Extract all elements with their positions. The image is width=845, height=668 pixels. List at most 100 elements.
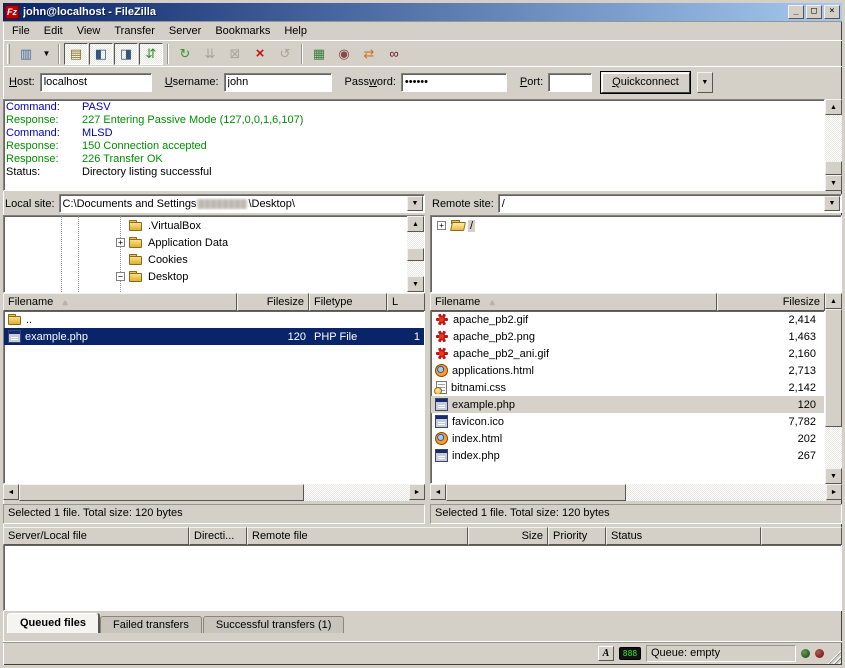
- site-manager-button[interactable]: ▥: [14, 43, 38, 65]
- file-row[interactable]: applications.html2,713: [431, 362, 824, 379]
- close-button[interactable]: ×: [824, 5, 840, 19]
- menu-item-server[interactable]: Server: [162, 22, 208, 40]
- file-row[interactable]: favicon.ico7,782: [431, 413, 824, 430]
- port-input[interactable]: [548, 73, 592, 92]
- transfer-type-indicator-icon[interactable]: A: [598, 646, 614, 661]
- quickconnect-button[interactable]: Quickconnect: [601, 72, 690, 93]
- minimize-button[interactable]: _: [788, 5, 804, 19]
- expand-icon[interactable]: −: [116, 272, 125, 281]
- queue-column-server-local-file[interactable]: Server/Local file: [3, 527, 189, 545]
- scroll-left-icon[interactable]: ◄: [3, 484, 19, 500]
- log-scrollbar[interactable]: ▲ ▼: [825, 99, 842, 191]
- site-manager-dropdown[interactable]: ▼: [39, 43, 54, 65]
- scroll-down-icon[interactable]: ▼: [825, 468, 842, 484]
- local-hscrollbar[interactable]: ◄ ►: [3, 484, 425, 501]
- menu-item-edit[interactable]: Edit: [37, 22, 70, 40]
- reconnect-button[interactable]: ↺: [273, 43, 297, 65]
- column-header-filename[interactable]: Filename▲: [430, 293, 717, 311]
- queue-header[interactable]: Server/Local fileDirecti...Remote fileSi…: [3, 527, 842, 545]
- column-header-filesize[interactable]: Filesize: [717, 293, 825, 311]
- tree-item-label[interactable]: /: [468, 220, 475, 232]
- host-input[interactable]: [40, 73, 152, 92]
- scroll-thumb[interactable]: [446, 484, 626, 501]
- queue-column-size[interactable]: Size: [468, 527, 548, 545]
- scroll-thumb[interactable]: [407, 248, 424, 261]
- file-row[interactable]: ..: [4, 311, 424, 328]
- tree-item[interactable]: Cookies: [4, 251, 407, 268]
- local-site-combo[interactable]: C:\Documents and Settings\Desktop\ ▼: [59, 194, 425, 213]
- tree-item[interactable]: − Desktop: [4, 268, 407, 285]
- expand-icon[interactable]: +: [116, 238, 125, 247]
- menu-item-help[interactable]: Help: [277, 22, 314, 40]
- tab-failed-transfers[interactable]: Failed transfers: [100, 616, 202, 633]
- tree-item-root[interactable]: + /: [431, 217, 841, 234]
- file-row[interactable]: index.php267: [431, 447, 824, 464]
- queue-column-remote-file[interactable]: Remote file: [247, 527, 468, 545]
- file-row[interactable]: example.php120: [431, 396, 824, 413]
- maximize-button[interactable]: □: [806, 5, 822, 19]
- resize-grip[interactable]: [827, 650, 841, 664]
- scroll-thumb[interactable]: [825, 161, 842, 175]
- tab-queued-files[interactable]: Queued files: [7, 613, 99, 633]
- scroll-thumb[interactable]: [825, 309, 842, 427]
- scroll-right-icon[interactable]: ►: [409, 484, 425, 500]
- chevron-down-icon[interactable]: ▼: [824, 196, 840, 211]
- toggle-remote-tree-button[interactable]: ◨: [114, 43, 138, 65]
- file-row[interactable]: bitnami.css2,142: [431, 379, 824, 396]
- filter-button[interactable]: ▦: [307, 43, 331, 65]
- process-queue-button[interactable]: ⇊: [198, 43, 222, 65]
- directory-comparison-button[interactable]: ◉: [332, 43, 356, 65]
- queue-column-priority[interactable]: Priority: [548, 527, 606, 545]
- remote-hscrollbar[interactable]: ◄ ►: [430, 484, 842, 501]
- find-files-button[interactable]: ∞: [382, 43, 406, 65]
- expand-icon[interactable]: +: [437, 221, 446, 230]
- file-row[interactable]: apache_pb2.png1,463: [431, 328, 824, 345]
- column-header-filetype[interactable]: Filetype: [309, 293, 387, 311]
- refresh-button[interactable]: ↻: [173, 43, 197, 65]
- scroll-left-icon[interactable]: ◄: [430, 484, 446, 500]
- scroll-up-icon[interactable]: ▲: [825, 293, 842, 309]
- tab-successful-transfers-1-[interactable]: Successful transfers (1): [203, 616, 345, 633]
- tree-item[interactable]: .VirtualBox: [4, 217, 407, 234]
- queue-column-directi-[interactable]: Directi...: [189, 527, 247, 545]
- menu-item-transfer[interactable]: Transfer: [107, 22, 162, 40]
- file-row[interactable]: example.php120PHP File1: [4, 328, 424, 345]
- password-input[interactable]: [401, 73, 507, 92]
- menu-item-file[interactable]: File: [5, 22, 37, 40]
- scroll-up-icon[interactable]: ▲: [825, 99, 842, 115]
- tree-item[interactable]: + Application Data: [4, 234, 407, 251]
- speedlimits-indicator-icon[interactable]: 888: [619, 647, 641, 660]
- local-list-header[interactable]: Filename▲FilesizeFiletypeL: [3, 293, 425, 311]
- remote-list-scrollbar[interactable]: ▲ ▼: [825, 293, 842, 484]
- file-row[interactable]: apache_pb2.gif2,414: [431, 311, 824, 328]
- remote-list-header[interactable]: Filename▲Filesize: [430, 293, 825, 311]
- queue-column-status[interactable]: Status: [606, 527, 761, 545]
- cancel-operation-button[interactable]: ⊠: [223, 43, 247, 65]
- column-header-l[interactable]: L: [387, 293, 425, 311]
- file-row[interactable]: apache_pb2_ani.gif2,160: [431, 345, 824, 362]
- quickconnect-dropdown[interactable]: ▼: [697, 72, 713, 93]
- column-header-filesize[interactable]: Filesize: [237, 293, 309, 311]
- toggle-local-tree-button[interactable]: ◧: [89, 43, 113, 65]
- chevron-down-icon[interactable]: ▼: [407, 196, 423, 211]
- tree-item-label[interactable]: Application Data: [146, 237, 230, 249]
- menu-item-view[interactable]: View: [70, 22, 108, 40]
- tree-item-label[interactable]: .VirtualBox: [146, 220, 203, 232]
- scroll-right-icon[interactable]: ►: [826, 484, 842, 500]
- local-tree-scrollbar[interactable]: ▲ ▼: [407, 216, 424, 292]
- toggle-queue-button[interactable]: ⇵: [139, 43, 163, 65]
- menu-item-bookmarks[interactable]: Bookmarks: [208, 22, 277, 40]
- file-row[interactable]: index.html202: [431, 430, 824, 447]
- synchronized-browsing-button[interactable]: ⇄: [357, 43, 381, 65]
- disconnect-button[interactable]: ×: [248, 43, 272, 65]
- username-input[interactable]: [224, 73, 332, 92]
- toggle-message-log-button[interactable]: ▤: [64, 43, 88, 65]
- scroll-thumb[interactable]: [19, 484, 304, 501]
- scroll-down-icon[interactable]: ▼: [825, 175, 842, 191]
- queue-column-blank[interactable]: [761, 527, 842, 545]
- scroll-down-icon[interactable]: ▼: [407, 276, 424, 292]
- remote-site-combo[interactable]: / ▼: [498, 194, 842, 213]
- tree-item-label[interactable]: Cookies: [146, 254, 190, 266]
- tree-item-label[interactable]: Desktop: [146, 271, 190, 283]
- title-bar[interactable]: Fz john@localhost - FileZilla _□×: [3, 3, 842, 21]
